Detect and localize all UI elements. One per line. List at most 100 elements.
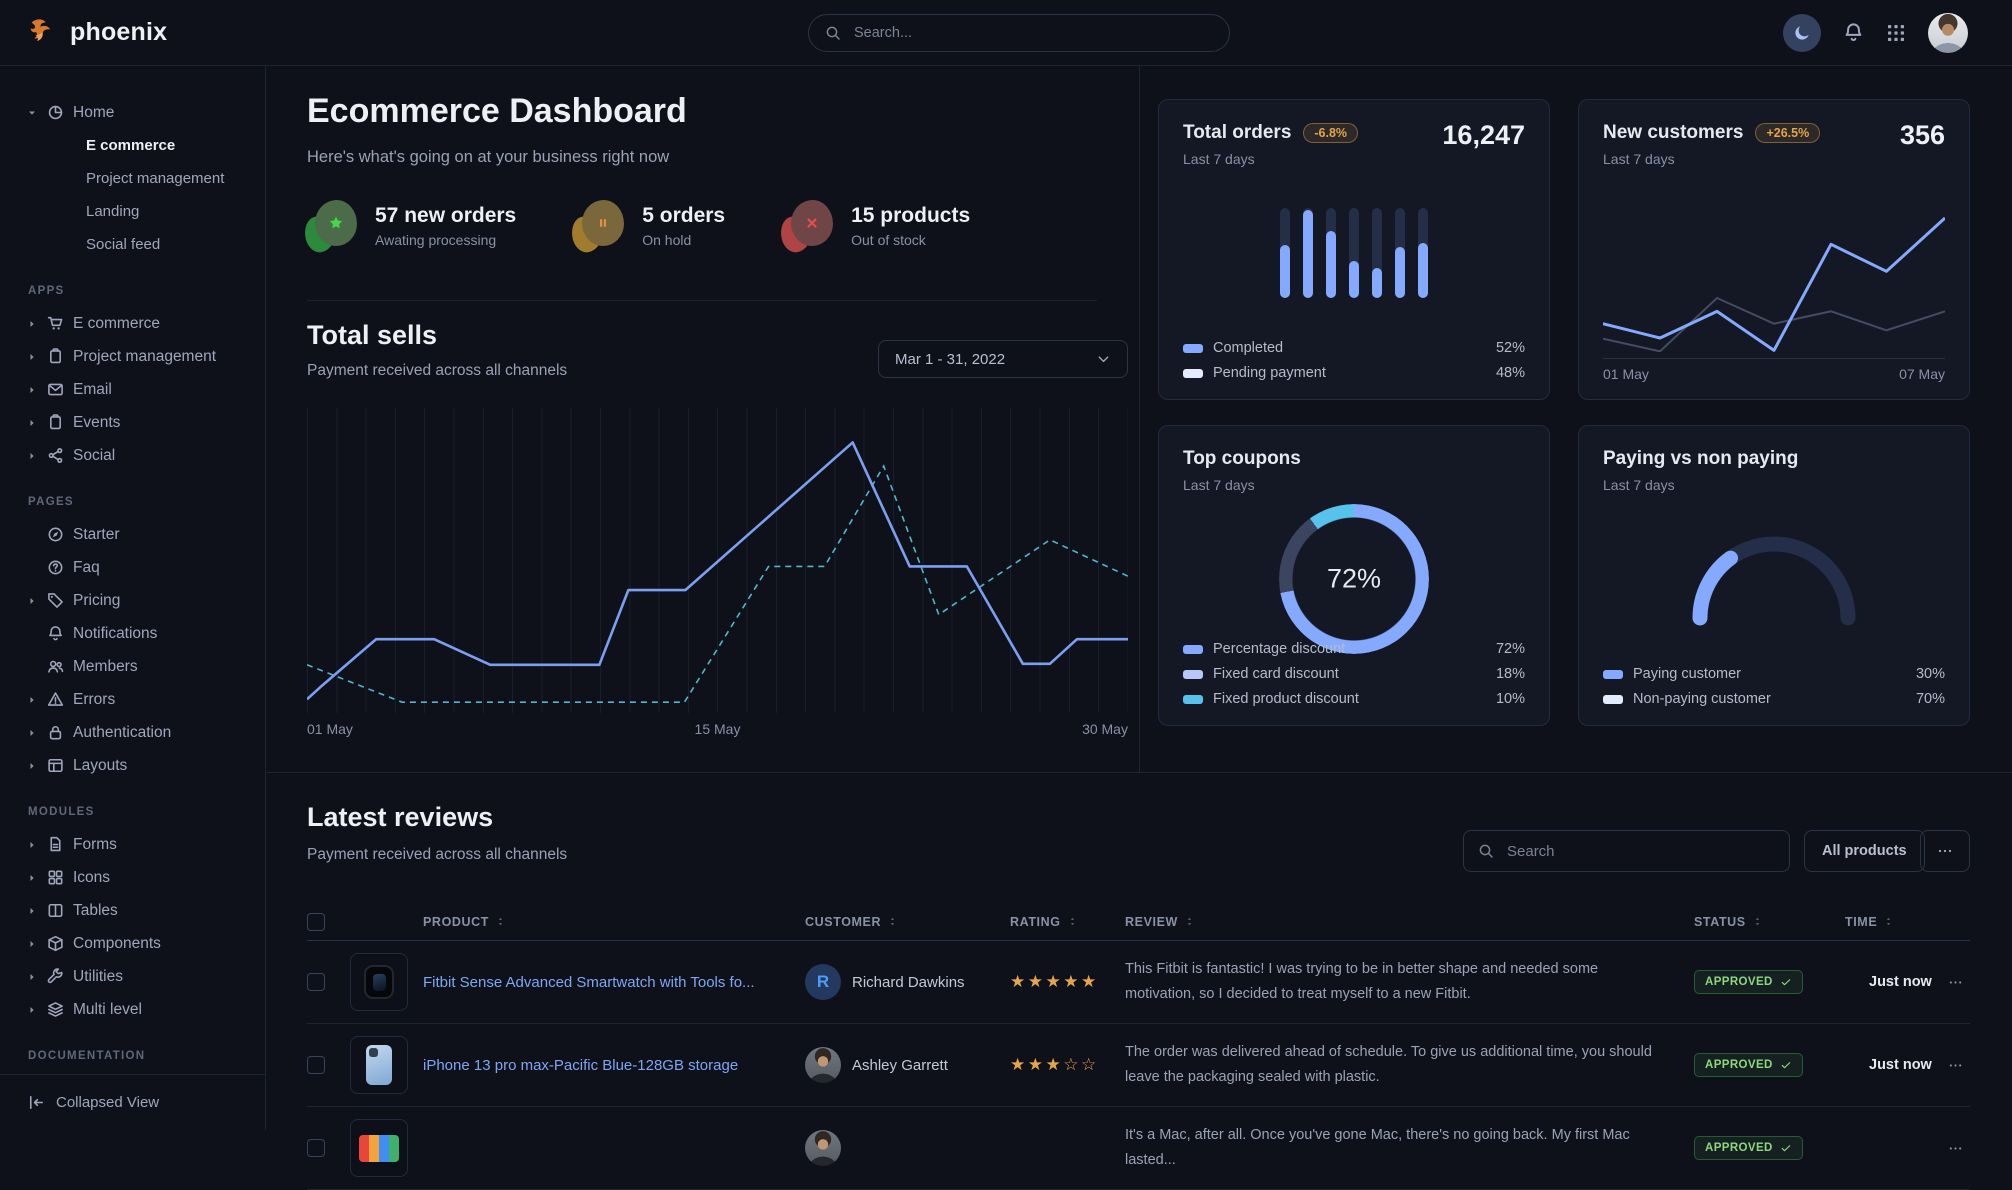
warning-triangle-icon xyxy=(47,691,64,708)
page-title: Ecommerce Dashboard xyxy=(307,92,687,131)
column-product[interactable]: PRODUCT xyxy=(423,915,805,929)
customer-avatar[interactable] xyxy=(805,1047,841,1083)
legend-fixed-product-discount: Fixed product discount 10% xyxy=(1183,691,1525,707)
sidebar-item-ecommerce-app[interactable]: E commerce xyxy=(26,307,265,340)
sort-icon[interactable] xyxy=(1752,916,1763,927)
order-stats: 57 new orders Awating processing 5 order… xyxy=(307,200,970,252)
sidebar-item-social[interactable]: Social xyxy=(26,439,265,472)
caret-down-icon xyxy=(26,107,38,119)
customer-name: Ashley Garrett xyxy=(852,1057,1010,1074)
row-checkbox[interactable] xyxy=(307,973,325,991)
row-actions-button[interactable] xyxy=(1940,1141,1970,1156)
row-checkbox[interactable] xyxy=(307,1139,325,1157)
order-bar xyxy=(1349,208,1359,298)
header-divider xyxy=(307,300,1097,301)
product-thumbnail-tablet[interactable] xyxy=(350,1119,408,1177)
profile-avatar[interactable] xyxy=(1928,13,1968,53)
column-status[interactable]: STATUS xyxy=(1694,915,1845,929)
reviews-search-input[interactable] xyxy=(1505,842,1775,861)
sidebar-item-home[interactable]: Home xyxy=(26,96,265,129)
trend-badge: -6.8% xyxy=(1303,123,1358,143)
sidebar-item-utilities[interactable]: Utilities xyxy=(26,960,265,993)
sidebar-item-social-feed[interactable]: Social feed xyxy=(26,228,265,261)
donut-center-value: 72% xyxy=(1327,564,1381,595)
column-rating[interactable]: RATING xyxy=(1010,915,1125,929)
order-bar xyxy=(1395,208,1405,298)
reviews-search xyxy=(1463,830,1790,872)
row-actions-button[interactable] xyxy=(1940,1058,1970,1073)
sidebar-item-components[interactable]: Components xyxy=(26,927,265,960)
sidebar-item-layouts[interactable]: Layouts xyxy=(26,749,265,782)
sidebar-item-multi-level[interactable]: Multi level xyxy=(26,993,265,1026)
sort-icon[interactable] xyxy=(1067,916,1078,927)
caret-right-icon xyxy=(26,1004,38,1016)
review-time: Just now xyxy=(1845,1057,1940,1073)
table-row: iPhone 13 pro max-Pacific Blue-128GB sto… xyxy=(307,1024,1970,1107)
sidebar-item-ecommerce[interactable]: E commerce xyxy=(26,129,265,162)
sidebar-item-starter[interactable]: Starter xyxy=(26,518,265,551)
product-thumbnail-iphone[interactable] xyxy=(350,1036,408,1094)
sidebar-item-project-management-app[interactable]: Project management xyxy=(26,340,265,373)
theme-toggle-button[interactable] xyxy=(1783,14,1821,52)
reviews-more-button[interactable] xyxy=(1920,830,1970,872)
new-customers-value: 356 xyxy=(1900,120,1945,151)
select-all-checkbox[interactable] xyxy=(307,913,325,931)
sidebar-item-email[interactable]: Email xyxy=(26,373,265,406)
bell-icon xyxy=(47,625,64,642)
top-coupons-card: Top coupons Last 7 days 72% Percentage d… xyxy=(1158,425,1550,726)
column-customer[interactable]: CUSTOMER xyxy=(805,915,1010,929)
customer-avatar[interactable] xyxy=(805,1130,841,1166)
row-checkbox[interactable] xyxy=(307,1056,325,1074)
reviews-divider xyxy=(266,772,2012,773)
moon-icon xyxy=(1793,23,1812,42)
product-link[interactable]: Fitbit Sense Advanced Smartwatch with To… xyxy=(423,974,805,991)
sidebar-item-faq[interactable]: Faq xyxy=(26,551,265,584)
stat-orders-on-hold: 5 orders On hold xyxy=(574,200,725,252)
legend-swatch xyxy=(1183,369,1203,378)
collapse-view-button[interactable]: Collapsed View xyxy=(0,1074,266,1130)
sidebar-item-icons[interactable]: Icons xyxy=(26,861,265,894)
sidebar-item-project-management[interactable]: Project management xyxy=(26,162,265,195)
sidebar-item-members[interactable]: Members xyxy=(26,650,265,683)
global-search xyxy=(808,14,1230,52)
customer-avatar[interactable]: R xyxy=(805,964,841,1000)
caret-right-icon xyxy=(26,417,38,429)
phoenix-logo-icon xyxy=(28,17,60,49)
sort-icon[interactable] xyxy=(1184,916,1195,927)
sort-icon[interactable] xyxy=(887,916,898,927)
sidebar-item-tables[interactable]: Tables xyxy=(26,894,265,927)
grid-4-icon xyxy=(47,869,64,886)
pause-icon xyxy=(574,200,624,252)
star-icon xyxy=(307,200,357,252)
sidebar-item-events[interactable]: Events xyxy=(26,406,265,439)
latest-reviews-title: Latest reviews xyxy=(307,802,493,833)
stat-new-orders: 57 new orders Awating processing xyxy=(307,200,516,252)
global-search-input[interactable] xyxy=(852,24,1213,42)
sort-icon[interactable] xyxy=(1883,916,1894,927)
sidebar-item-forms[interactable]: Forms xyxy=(26,828,265,861)
sidebar-item-authentication[interactable]: Authentication xyxy=(26,716,265,749)
row-actions-button[interactable] xyxy=(1940,975,1970,990)
app-launcher-button[interactable] xyxy=(1886,23,1906,43)
product-thumbnail-smartwatch[interactable] xyxy=(350,953,408,1011)
sidebar-item-pricing[interactable]: Pricing xyxy=(26,584,265,617)
sidebar-item-landing[interactable]: Landing xyxy=(26,195,265,228)
sidebar-section-modules: MODULES xyxy=(28,806,265,818)
paying-gauge-chart xyxy=(1684,526,1864,626)
column-time[interactable]: TIME xyxy=(1845,915,1940,929)
product-link[interactable]: iPhone 13 pro max-Pacific Blue-128GB sto… xyxy=(423,1057,805,1074)
total-sells-subtitle: Payment received across all channels xyxy=(307,362,567,380)
order-bar xyxy=(1326,208,1336,298)
envelope-icon xyxy=(47,381,64,398)
review-time: Just now xyxy=(1845,974,1940,990)
brand[interactable]: phoenix xyxy=(28,17,167,49)
date-range-select[interactable]: Mar 1 - 31, 2022 xyxy=(878,340,1128,378)
sidebar-item-notifications[interactable]: Notifications xyxy=(26,617,265,650)
sort-icon[interactable] xyxy=(495,916,506,927)
total-orders-value: 16,247 xyxy=(1442,120,1525,151)
sidebar-item-errors[interactable]: Errors xyxy=(26,683,265,716)
legend-pending-payment: Pending payment 48% xyxy=(1183,365,1525,381)
notifications-button[interactable] xyxy=(1843,22,1864,43)
all-products-button[interactable]: All products xyxy=(1804,830,1925,872)
column-review[interactable]: REVIEW xyxy=(1125,915,1694,929)
